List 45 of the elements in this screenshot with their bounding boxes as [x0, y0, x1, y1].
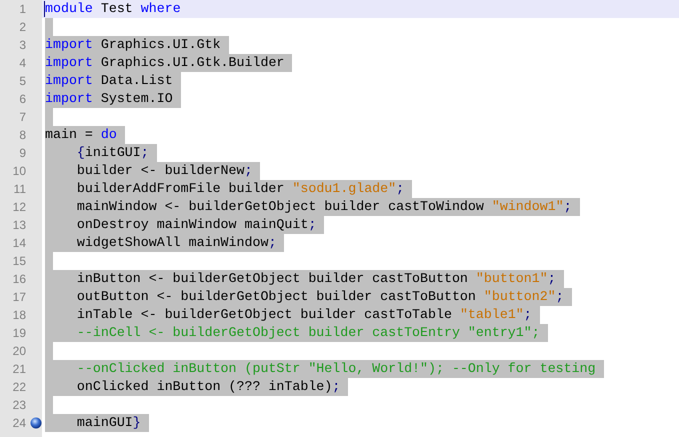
code-text: builder <- builderNew; [45, 162, 260, 180]
line-number: 15 [12, 253, 26, 270]
line-number: 2 [18, 19, 26, 36]
breakpoint-icon[interactable] [30, 417, 42, 429]
code-text: import Graphics.UI.Gtk.Builder [45, 54, 292, 72]
code-text: import Data.List [45, 72, 181, 90]
code-text: outButton <- builderGetObject builder castToButton "button2"; [45, 288, 572, 306]
line-number: 8 [18, 127, 26, 144]
line-number: 10 [12, 163, 26, 180]
line-number: 20 [12, 343, 26, 360]
code-text: mainGUI} [45, 414, 149, 432]
line-number: 1 [18, 1, 26, 18]
line-number: 21 [12, 361, 26, 378]
line-number: 3 [18, 37, 26, 54]
line-number: 22 [12, 379, 26, 396]
line-number: 7 [18, 109, 26, 126]
line-number: 11 [12, 181, 26, 198]
code-text: import System.IO [45, 90, 181, 108]
text-cursor [44, 1, 45, 17]
code-text: --onClicked inButton (putStr "Hello, World!"); --Only for testing [45, 360, 604, 378]
code-text: mainWindow <- builderGetObject builder castToWindow "window1"; [45, 198, 580, 216]
line-number: 9 [18, 145, 26, 162]
code-text: widgetShowAll mainWindow; [45, 234, 284, 252]
code-text: inTable <- builderGetObject builder castToTable "table1"; [45, 306, 540, 324]
line-number: 16 [12, 271, 26, 288]
line-number: 24 [12, 415, 26, 432]
code-text: --inCell <- builderGetObject builder castToEntry "entry1"; [45, 324, 548, 342]
line-number: 14 [12, 235, 26, 252]
code-text: module Test where [45, 0, 182, 18]
code-text: main = do [45, 126, 125, 144]
line-number: 23 [12, 397, 26, 414]
line-number: 18 [12, 307, 26, 324]
code-text: onClicked inButton (??? inTable); [45, 378, 348, 396]
code-text: builderAddFromFile builder "sodu1.glade"; [45, 180, 412, 198]
code-text: {initGUI; [45, 144, 157, 162]
line-number: 4 [18, 55, 26, 72]
line-number: 17 [12, 289, 26, 306]
code-text: inButton <- builderGetObject builder castToButton "button1"; [45, 270, 564, 288]
line-number: 12 [12, 199, 26, 216]
line-number: 5 [18, 73, 26, 90]
code-text: onDestroy mainWindow mainQuit; [45, 216, 324, 234]
code-text: import Graphics.UI.Gtk [45, 36, 229, 54]
line-number: 13 [12, 217, 26, 234]
line-number: 6 [18, 91, 26, 108]
line-number: 19 [12, 325, 26, 342]
